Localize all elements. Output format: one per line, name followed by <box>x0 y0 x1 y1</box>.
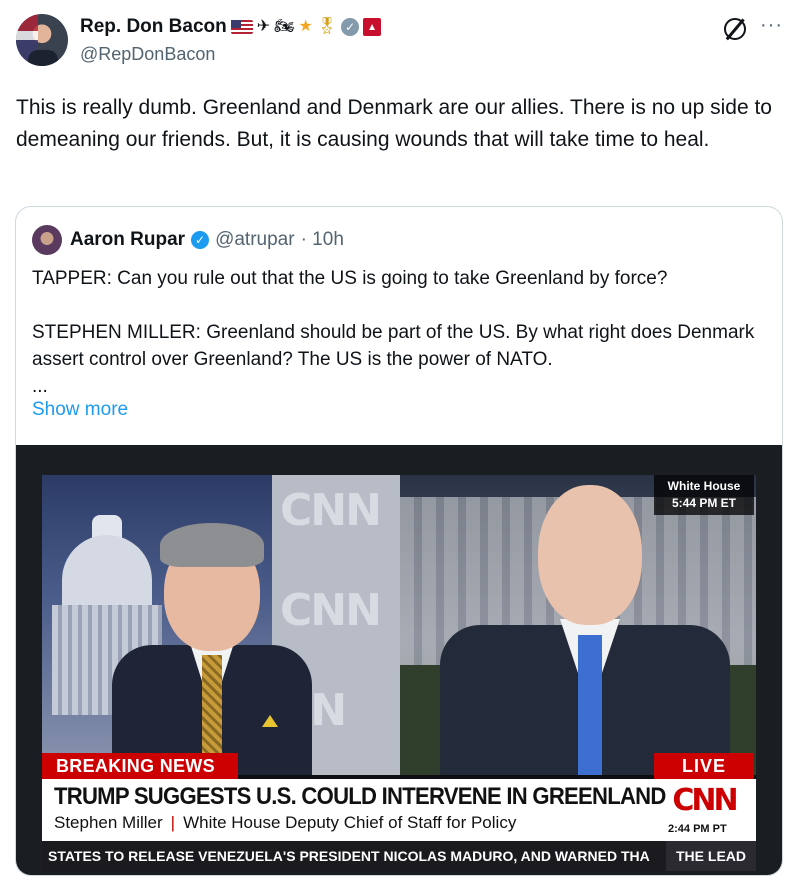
location-bug: White House 5:44 PM ET <box>654 475 754 515</box>
chyron-headline: TRUMP SUGGESTS U.S. COULD INTERVENE IN G… <box>54 783 666 810</box>
quoted-timestamp[interactable]: · 10h <box>301 229 344 251</box>
guest-name: Stephen Miller <box>54 813 163 832</box>
location-label: White House <box>667 479 741 493</box>
avatar-suit <box>28 50 58 66</box>
affiliate-badge-icon[interactable]: ▲ <box>363 18 382 36</box>
motorcycle-icon: 🏍 <box>274 18 295 35</box>
more-options-icon[interactable]: ··· <box>760 14 783 37</box>
location-time: 5:44 PM ET <box>671 496 737 510</box>
news-ticker: STATES TO RELEASE VENEZUELA'S PRESIDENT … <box>42 841 756 871</box>
us-flag-icon <box>230 20 253 34</box>
anchor-panel: CNN CNN CN <box>42 475 400 775</box>
guest-panel <box>400 475 756 775</box>
cnn-logo-icon: CNN <box>672 783 738 818</box>
author-avatar[interactable] <box>16 14 68 66</box>
author-name-row: Rep. Don Bacon ✈ 🏍 ★ 🎖 ✓ ▲ <box>80 16 382 38</box>
show-tag: THE LEAD <box>666 841 756 871</box>
live-badge: LIVE <box>654 753 754 779</box>
grok-icon[interactable] <box>724 18 746 40</box>
tweet-text: This is really dumb. Greenland and Denma… <box>16 96 772 151</box>
guest-figure <box>440 485 730 775</box>
video-frame: CNN CNN CN White House 5:44 PM ET BREAKI… <box>42 475 756 871</box>
chyron-subtitle: Stephen Miller | White House Deputy Chief … <box>54 813 516 833</box>
quoted-author-avatar[interactable] <box>32 225 62 255</box>
author-display-name[interactable]: Rep. Don Bacon <box>80 16 227 38</box>
network-time: 2:44 PM PT <box>668 823 727 835</box>
quoted-tweet[interactable]: Aaron Rupar ✓ @atrupar · 10h TAPPER: Can… <box>15 206 783 876</box>
airplane-icon: ✈ <box>256 18 271 35</box>
breaking-news-banner: BREAKING NEWS <box>42 753 238 779</box>
quoted-author-row: Aaron Rupar ✓ @atrupar · 10h <box>70 229 344 251</box>
guest-title: White House Deputy Chief of Staff for Po… <box>183 813 517 832</box>
ticker-text: STATES TO RELEASE VENEZUELA'S PRESIDENT … <box>48 848 650 864</box>
medal-icon: 🎖 <box>316 18 338 35</box>
show-more-link[interactable]: Show more <box>32 399 128 421</box>
quoted-tweet-text: TAPPER: Can you rule out that the US is … <box>32 268 755 397</box>
anchor-figure <box>112 505 312 775</box>
star-icon: ★ <box>298 18 313 35</box>
video-player[interactable]: CNN CNN CN White House 5:44 PM ET BREAKI… <box>16 445 782 875</box>
lower-third: TRUMP SUGGESTS U.S. COULD INTERVENE IN G… <box>42 779 756 841</box>
verified-gray-icon[interactable]: ✓ <box>341 18 360 36</box>
author-handle[interactable]: @RepDonBacon <box>80 44 215 65</box>
chyron-separator: | <box>170 813 176 832</box>
quoted-author-handle[interactable]: @atrupar <box>215 229 295 251</box>
quoted-author-name[interactable]: Aaron Rupar <box>70 229 185 251</box>
verified-icon[interactable]: ✓ <box>191 231 210 249</box>
